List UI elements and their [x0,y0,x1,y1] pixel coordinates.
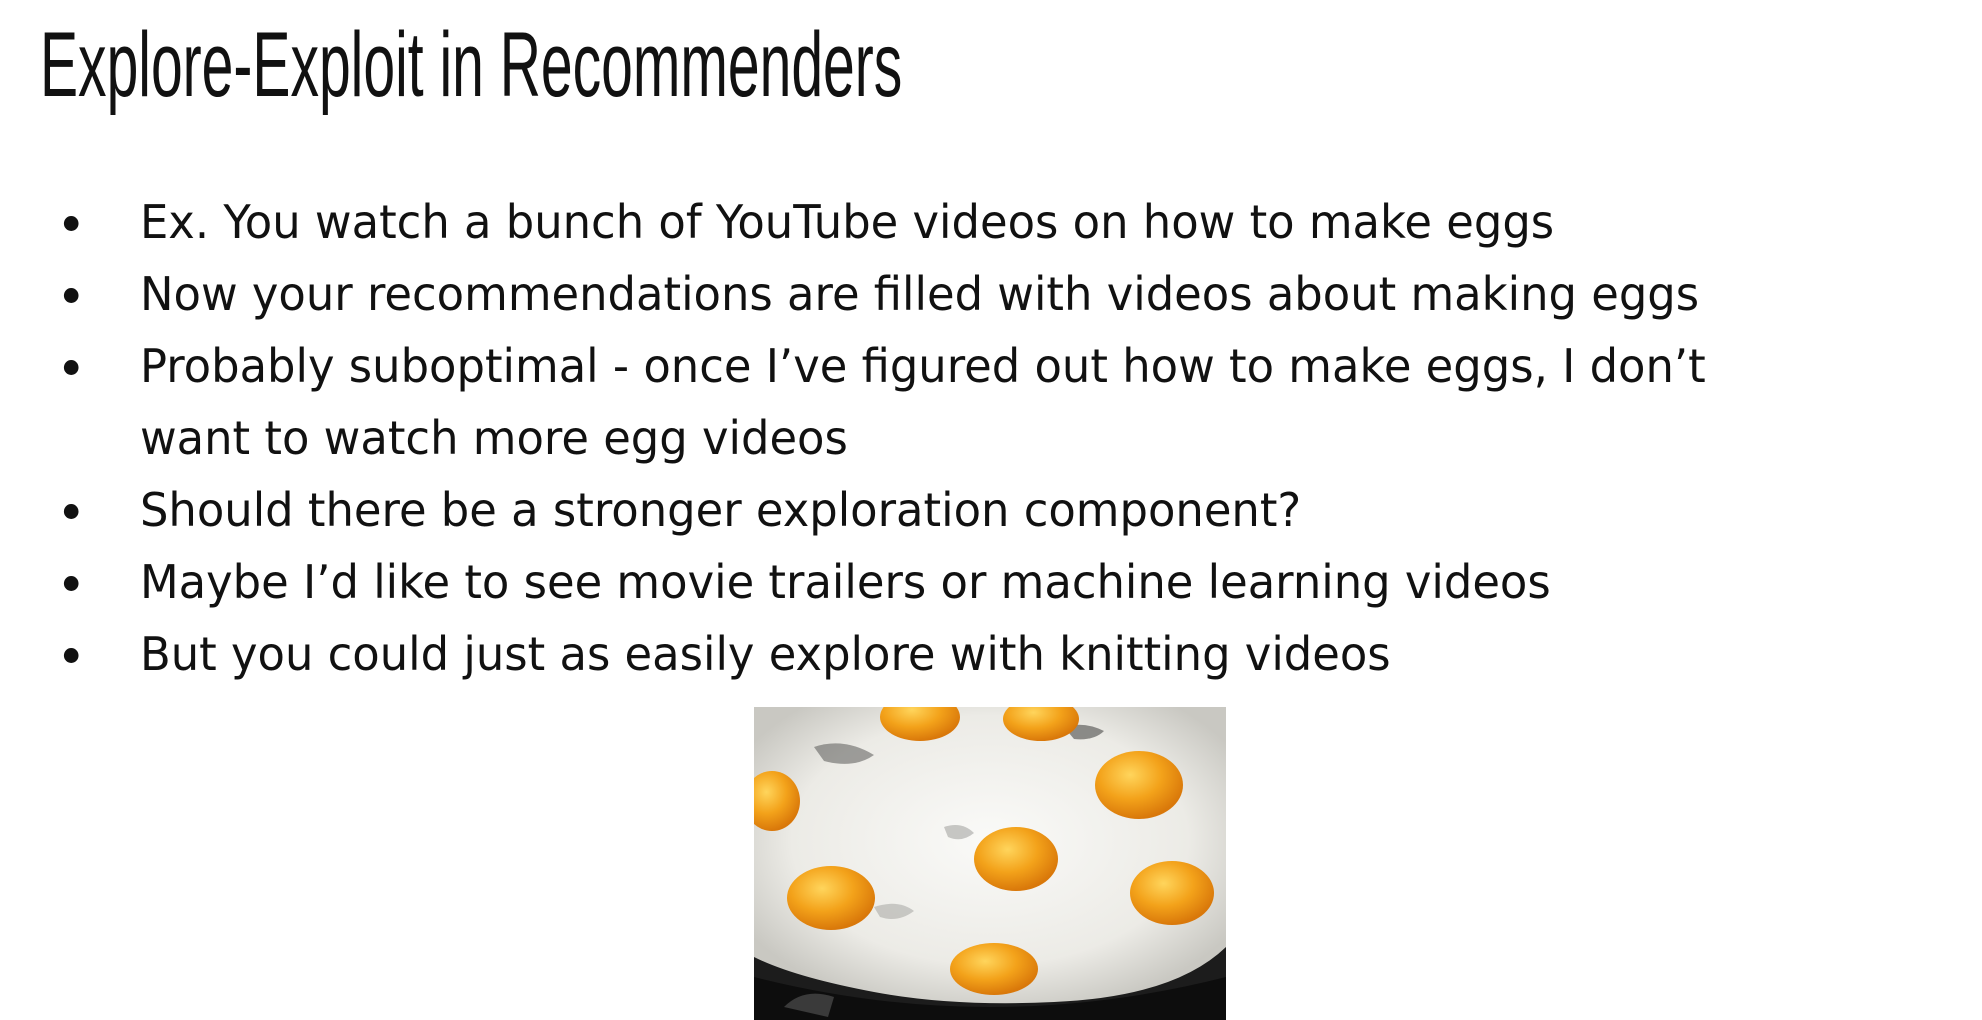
bullet-item: Should there be a stronger exploration c… [60,474,1874,546]
bullet-dot-icon [63,504,79,519]
bullet-dot-icon [63,216,79,231]
bullet-text-line-2: want to watch more egg videos [139,411,848,465]
bullet-dot-icon [63,576,79,591]
egg-yolk [787,866,875,930]
bullet-item: But you could just as easily explore wit… [60,618,1874,690]
bullet-text: Ex. You watch a bunch of YouTube videos … [139,195,1555,249]
egg-yolk [1095,751,1183,819]
slide-title: Explore-Exploit in Recommenders [40,14,903,116]
fried-eggs-photo-drawing [754,707,1226,1020]
fried-eggs-photo [754,707,1226,1020]
bullet-text: Now your recommendations are filled with… [139,267,1700,321]
egg-yolk [974,827,1058,891]
bullet-text: Should there be a stronger exploration c… [139,483,1302,537]
egg-yolk [950,943,1038,995]
bullet-item: Ex. You watch a bunch of YouTube videos … [60,186,1874,258]
bullet-item: Now your recommendations are filled with… [60,258,1874,330]
bullet-text-line-1: Probably suboptimal - once I’ve figured … [139,339,1706,393]
bullet-text: Maybe I’d like to see movie trailers or … [139,555,1551,609]
bullet-text: But you could just as easily explore wit… [139,627,1391,681]
bullet-dot-icon [63,360,79,375]
bullet-dot-icon [63,648,79,663]
bullet-list: Ex. You watch a bunch of YouTube videos … [60,186,1920,690]
bullet-item: Probably suboptimal - once I’ve figured … [60,330,1874,474]
egg-yolk [1130,861,1214,925]
bullet-dot-icon [63,288,79,303]
slide: Explore-Exploit in Recommenders Ex. You … [0,0,1982,1020]
bullet-item: Maybe I’d like to see movie trailers or … [60,546,1874,618]
